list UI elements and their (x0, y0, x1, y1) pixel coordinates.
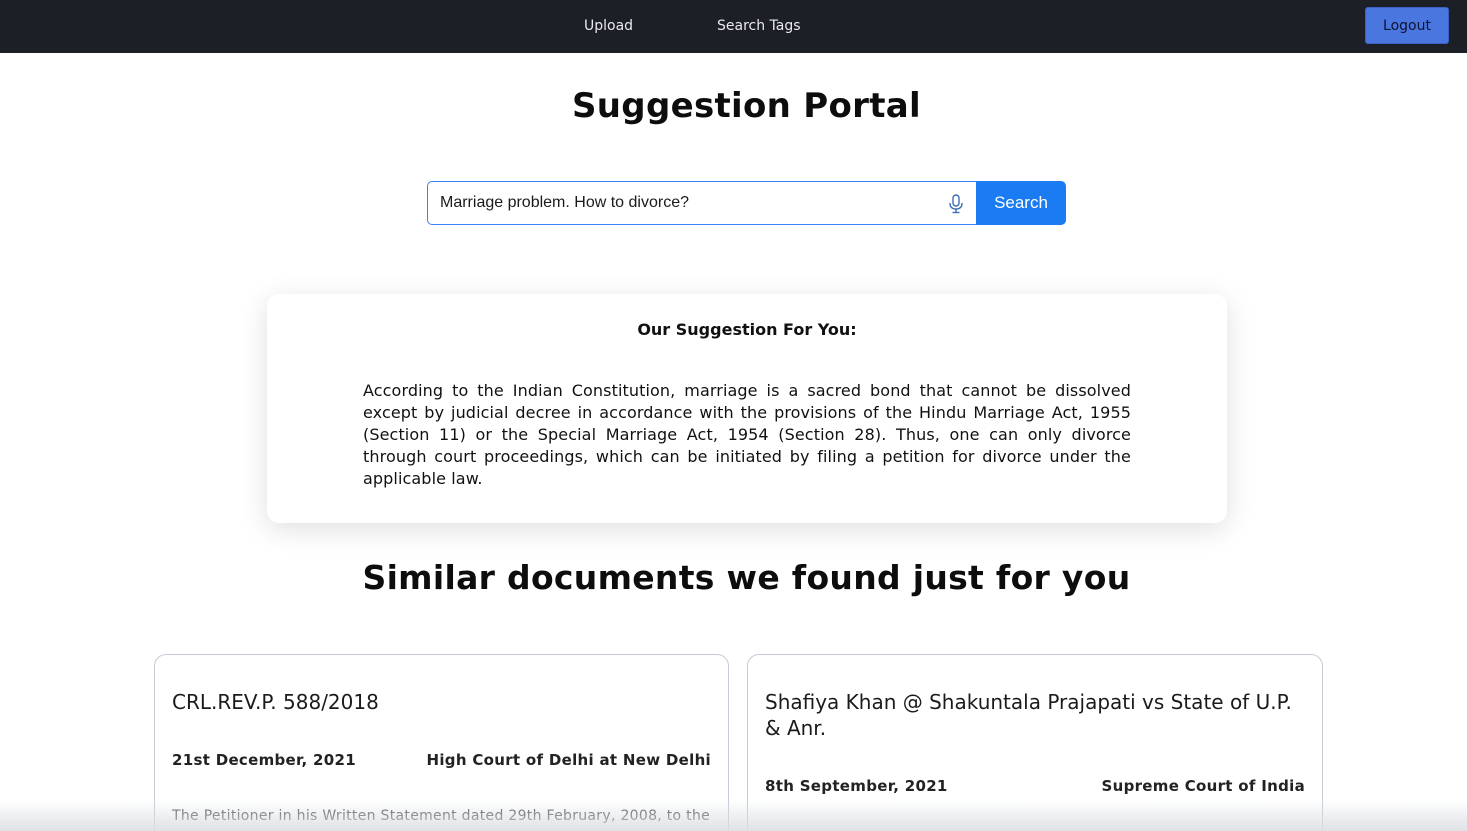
page-title: Suggestion Portal (572, 86, 921, 126)
suggestion-card: Our Suggestion For You: According to the… (267, 294, 1227, 523)
document-title: Shafiya Khan @ Shakuntala Prajapati vs S… (765, 690, 1292, 740)
document-court: High Court of Delhi at New Delhi (426, 751, 711, 769)
document-court: Supreme Court of India (1101, 777, 1305, 795)
nav-upload-link[interactable]: Upload (584, 18, 633, 34)
document-card[interactable]: CRL.REV.P. 588/2018 21st December, 2021 … (154, 654, 729, 831)
document-title: CRL.REV.P. 588/2018 (172, 690, 379, 714)
similar-documents-heading: Similar documents we found just for you (362, 558, 1131, 597)
microphone-icon[interactable] (947, 194, 965, 214)
top-navbar: Upload Search Tags Logout (0, 0, 1467, 53)
logout-button[interactable]: Logout (1365, 7, 1449, 44)
search-button[interactable]: Search (976, 181, 1066, 225)
document-date: 8th September, 2021 (765, 777, 948, 795)
search-box (427, 181, 977, 225)
search-input[interactable] (440, 182, 940, 224)
nav-search-tags-link[interactable]: Search Tags (717, 18, 801, 34)
document-date: 21st December, 2021 (172, 751, 356, 769)
suggestion-text: According to the Indian Constitution, ma… (363, 381, 1131, 488)
document-card[interactable]: Shafiya Khan @ Shakuntala Prajapati vs S… (747, 654, 1323, 831)
suggestion-heading: Our Suggestion For You: (637, 320, 857, 339)
document-snippet: The Petitioner in his Written Statement … (172, 808, 711, 824)
